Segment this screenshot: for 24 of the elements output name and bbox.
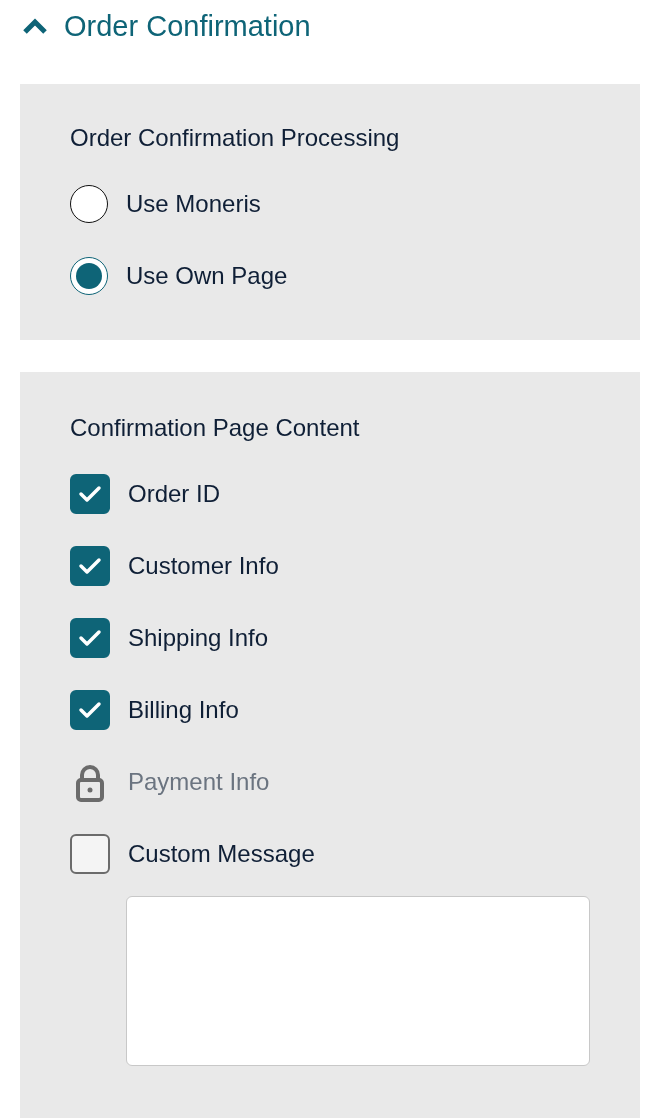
checkbox-label: Customer Info xyxy=(128,552,279,580)
checkbox[interactable] xyxy=(70,690,110,730)
checkbox[interactable] xyxy=(70,474,110,514)
radio-button[interactable] xyxy=(70,257,108,295)
checkbox-label: Custom Message xyxy=(128,840,315,868)
message-field[interactable] xyxy=(126,896,590,1066)
chevron-up-icon[interactable] xyxy=(22,17,48,35)
radio-button[interactable] xyxy=(70,185,108,223)
radio-label: Use Moneris xyxy=(126,190,261,218)
checkbox[interactable] xyxy=(70,546,110,586)
section-title[interactable]: Order Confirmation xyxy=(64,9,311,43)
check-icon xyxy=(78,557,102,575)
panel-title: Order Confirmation Processing xyxy=(70,123,400,153)
check-icon xyxy=(78,701,102,719)
radio-label: Use Own Page xyxy=(126,262,288,290)
checkbox-label: Order ID xyxy=(128,480,220,508)
checkbox-label: Payment Info xyxy=(128,768,270,796)
checkbox-label: Billing Info xyxy=(128,696,239,724)
checkbox-label: Shipping Info xyxy=(128,624,269,652)
checkbox[interactable] xyxy=(70,618,110,658)
checkbox[interactable] xyxy=(70,834,110,874)
panel-title: Confirmation Page Content xyxy=(70,413,360,443)
check-icon xyxy=(78,629,102,647)
check-icon xyxy=(78,485,102,503)
